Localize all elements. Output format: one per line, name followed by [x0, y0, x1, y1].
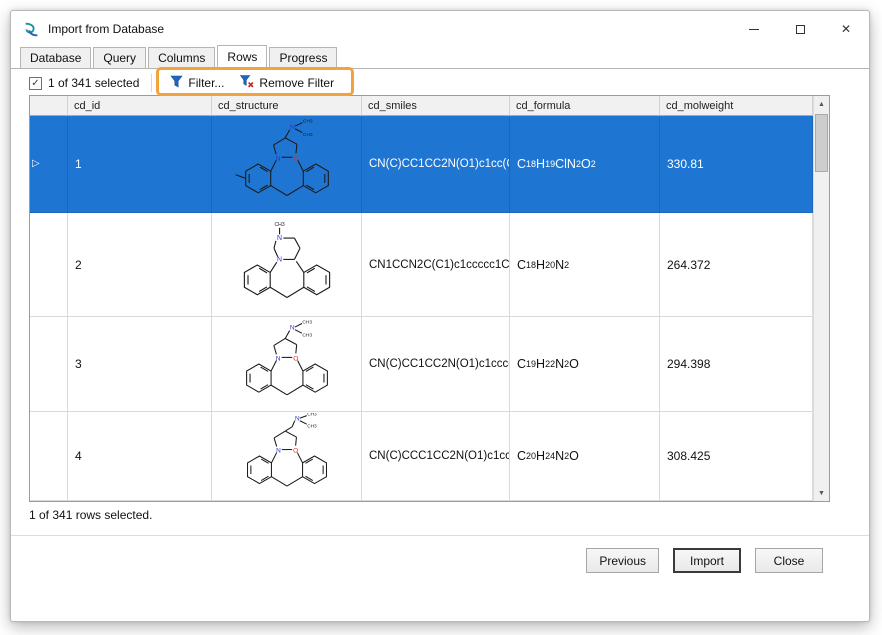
svg-text:O: O [293, 355, 298, 362]
remove-filter-button[interactable]: Remove Filter [232, 72, 342, 94]
svg-text:N: N [289, 325, 294, 332]
footer-buttons: Previous Import Close [586, 548, 823, 573]
tab-strip: Database Query Columns Rows Progress [11, 45, 869, 69]
column-header-cd-formula[interactable]: cd_formula [510, 96, 660, 116]
status-text: 1 of 341 rows selected. [29, 508, 153, 522]
svg-text:CH3: CH3 [307, 424, 317, 430]
scroll-thumb[interactable] [815, 114, 828, 172]
cell-cd-molweight[interactable]: 294.398 [660, 317, 813, 412]
svg-text:N: N [289, 124, 294, 131]
footer-separator [11, 535, 869, 536]
svg-text:N: N [277, 256, 282, 263]
maximize-icon [795, 24, 805, 34]
svg-text:CH3: CH3 [302, 320, 312, 326]
cell-cd-formula[interactable]: C 18 H 19 ClN 2 O 2 [510, 116, 660, 213]
check-icon: ✓ [31, 77, 40, 89]
cell-cd-molweight[interactable]: 264.372 [660, 213, 813, 317]
data-grid: cd_id cd_structure cd_smiles cd_formula … [29, 95, 830, 502]
cell-cd-formula[interactable]: C 20 H 24 N 2 O [510, 412, 660, 501]
cell-cd-smiles[interactable]: CN1CCN2C(C1)c1ccccc1Cc... [362, 213, 510, 317]
previous-button[interactable]: Previous [586, 548, 659, 573]
table-row[interactable]: ▷ 1 N O N CH3 CH3 CN(C)CC1CC2N(O1)c1cc(C… [30, 116, 813, 213]
minimize-icon [749, 28, 759, 30]
svg-text:CH3: CH3 [302, 132, 312, 138]
scroll-down-icon: ▼ [818, 489, 825, 497]
filter-button[interactable]: Filter... [162, 72, 232, 94]
cell-cd-smiles[interactable]: CN(C)CC1CC2N(O1)c1cccc... [362, 317, 510, 412]
cell-cd-id[interactable]: 2 [68, 213, 212, 317]
table-row[interactable]: 2 N N CH3 CN1CCN2C(C1)c1ccccc1Cc... C 18 … [30, 213, 813, 317]
structure-image[interactable]: N O N CH3 CH3 [212, 412, 362, 501]
svg-text:CH3: CH3 [274, 222, 284, 228]
import-from-database-dialog: Import from Database ✕ Database Query Co… [10, 10, 870, 622]
maximize-button[interactable] [777, 11, 823, 47]
toolbar-separator [151, 74, 153, 92]
column-header-cd-structure[interactable]: cd_structure [212, 96, 362, 116]
title-bar: Import from Database ✕ [11, 11, 869, 47]
cell-cd-id[interactable]: 4 [68, 412, 212, 501]
close-icon: ✕ [840, 22, 852, 36]
grid-header-row: cd_id cd_structure cd_smiles cd_formula … [30, 96, 813, 116]
remove-filter-button-label: Remove Filter [259, 76, 335, 90]
svg-text:CH3: CH3 [302, 333, 312, 339]
vertical-scrollbar[interactable]: ▲ ▼ [813, 96, 829, 501]
window-title: Import from Database [48, 22, 165, 36]
remove-filter-icon [240, 75, 254, 91]
app-icon [23, 21, 40, 38]
select-all-checkbox[interactable]: ✓ [29, 76, 42, 90]
filter-icon [170, 75, 183, 91]
svg-text:N: N [276, 448, 281, 455]
svg-text:N: N [294, 416, 299, 423]
rows-toolbar: ✓ 1 of 341 selected Filter... Remove Fil… [11, 69, 869, 97]
close-dialog-button[interactable]: Close [755, 548, 823, 573]
row-selection-marker[interactable] [30, 412, 68, 501]
column-header-cd-smiles[interactable]: cd_smiles [362, 96, 510, 116]
svg-text:CH3: CH3 [307, 413, 317, 418]
table-row[interactable]: 3 N O N CH3 CH3 CN(C)CC1CC2N(O1)c1cccc..… [30, 317, 813, 412]
tab-database[interactable]: Database [20, 47, 92, 68]
cell-cd-id[interactable]: 1 [68, 116, 212, 213]
svg-text:CH3: CH3 [302, 119, 312, 125]
svg-text:O: O [293, 155, 298, 162]
close-button[interactable]: ✕ [823, 11, 869, 47]
tab-rows[interactable]: Rows [217, 45, 268, 69]
structure-image[interactable]: N O N CH3 CH3 [212, 116, 362, 213]
row-selection-marker[interactable]: ▷ [30, 116, 68, 213]
cell-cd-smiles[interactable]: CN(C)CC1CC2N(O1)c1cc(C... [362, 116, 510, 213]
tab-query[interactable]: Query [93, 47, 147, 68]
grid-viewport: cd_id cd_structure cd_smiles cd_formula … [30, 96, 813, 501]
cell-cd-id[interactable]: 3 [68, 317, 212, 412]
selection-count-label: 1 of 341 selected [48, 76, 140, 90]
column-header-cd-molweight[interactable]: cd_molweight [660, 96, 813, 116]
minimize-button[interactable] [731, 11, 777, 47]
column-header-corner [30, 96, 68, 116]
svg-text:N: N [275, 355, 280, 362]
column-header-cd-id[interactable]: cd_id [68, 96, 212, 116]
row-selection-marker[interactable] [30, 317, 68, 412]
scroll-up-button[interactable]: ▲ [814, 96, 829, 112]
cell-cd-formula[interactable]: C 18 H 20 N 2 [510, 213, 660, 317]
filter-button-label: Filter... [188, 76, 225, 90]
structure-image[interactable]: N O N CH3 CH3 [212, 317, 362, 412]
import-button[interactable]: Import [673, 548, 741, 573]
row-selection-marker[interactable] [30, 213, 68, 317]
cell-cd-molweight[interactable]: 330.81 [660, 116, 813, 213]
cell-cd-formula[interactable]: C 19 H 22 N 2 O [510, 317, 660, 412]
row-pointer-icon: ▷ [32, 158, 40, 169]
svg-text:O: O [293, 448, 298, 455]
tab-progress[interactable]: Progress [269, 47, 338, 68]
table-row[interactable]: 4 N O N CH3 CH3 CN(C)CCC1CC2N(O1)c1cc...… [30, 412, 813, 501]
tab-columns[interactable]: Columns [148, 47, 216, 68]
cell-cd-smiles[interactable]: CN(C)CCC1CC2N(O1)c1cc... [362, 412, 510, 501]
scroll-down-button[interactable]: ▼ [814, 485, 829, 501]
cell-cd-molweight[interactable]: 308.425 [660, 412, 813, 501]
svg-text:N: N [277, 234, 282, 241]
scroll-up-icon: ▲ [818, 100, 825, 108]
svg-text:N: N [275, 155, 280, 162]
structure-image[interactable]: N N CH3 [212, 213, 362, 317]
